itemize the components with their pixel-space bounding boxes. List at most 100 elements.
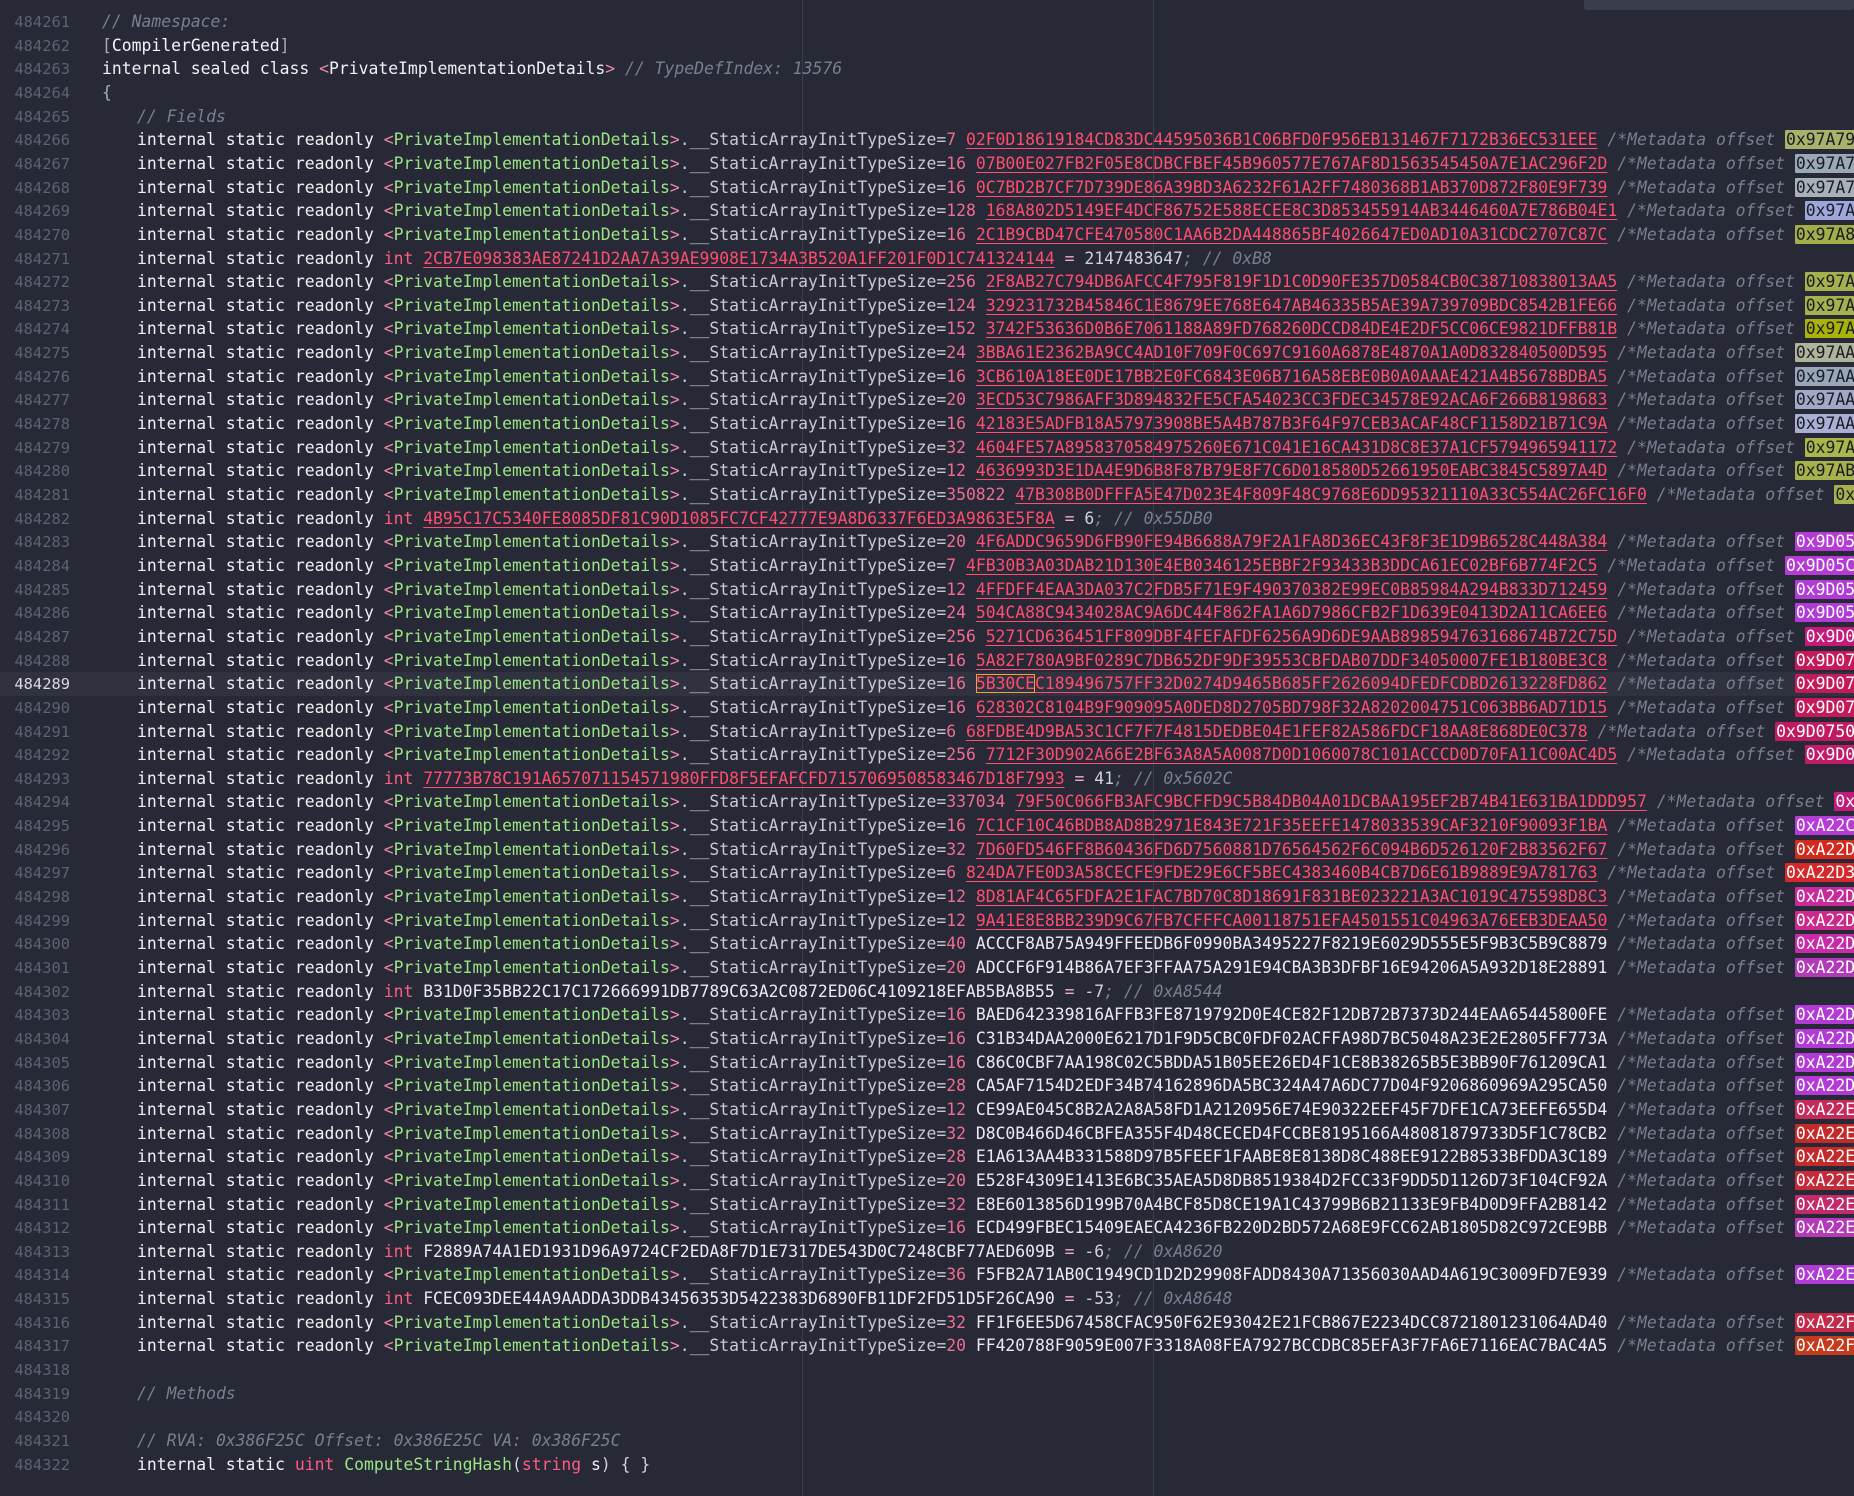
field-name[interactable]: 504CA88C9434028AC9A6DC44F862FA1A6D7986CF… xyxy=(976,603,1608,622)
code-line[interactable]: 484271 internal static readonly int 2CB7E… xyxy=(0,247,1854,271)
field-name[interactable]: 4604FE57A8958370584975260E671C041E16CA43… xyxy=(976,438,1617,457)
code-line[interactable]: 484297 internal static readonly <PrivateI… xyxy=(0,861,1854,885)
field-name[interactable]: ADCCF6F914B86A7EF3FFAA75A291E94CBA3B3DFB… xyxy=(976,958,1608,977)
field-name[interactable]: E1A613AA4B331588D97B5FEEF1FAABE8E8138D8C… xyxy=(976,1147,1608,1166)
code-line[interactable]: 484309 internal static readonly <PrivateI… xyxy=(0,1145,1854,1169)
code-line[interactable]: 484303 internal static readonly <PrivateI… xyxy=(0,1003,1854,1027)
code-line[interactable]: 484293 internal static readonly int 77773… xyxy=(0,767,1854,791)
code-line[interactable]: 484313 internal static readonly int F2889… xyxy=(0,1240,1854,1264)
code-line[interactable]: 484300 internal static readonly <PrivateI… xyxy=(0,932,1854,956)
code-line[interactable]: 484312 internal static readonly <PrivateI… xyxy=(0,1216,1854,1240)
field-name[interactable]: 5271CD636451FF809DBF4FEFAFDF6256A9D6DE9A… xyxy=(986,627,1618,646)
field-name[interactable]: 329231732B45846C1E8679EE768E647AB46335B5… xyxy=(986,296,1618,315)
field-name[interactable]: 628302C8104B9F909095A0DED8D2705BD798F32A… xyxy=(976,698,1608,717)
field-name[interactable]: F2889A74A1ED1931D96A9724CF2EDA8F7D1E7317… xyxy=(423,1242,1055,1261)
code-line[interactable]: 484310 internal static readonly <PrivateI… xyxy=(0,1169,1854,1193)
code-line[interactable]: 484274 internal static readonly <PrivateI… xyxy=(0,317,1854,341)
field-name[interactable]: E528F4309E1413E6BC35AEA5D8DB8519384D2FCC… xyxy=(976,1171,1608,1190)
field-name[interactable]: 7D60FD546FF8B60436FD6D7560881D76564562F6… xyxy=(976,840,1608,859)
code-line[interactable]: 484269 internal static readonly <PrivateI… xyxy=(0,199,1854,223)
field-name[interactable]: BAED642339816AFFB3FE8719792D0E4CE82F12DB… xyxy=(976,1005,1608,1024)
field-name[interactable]: C31B34DAA2000E6217D1F9D5CBC0FDF02ACFFA98… xyxy=(976,1029,1608,1048)
field-name[interactable]: D8C0B466D46CBFEA355F4D48CECED4FCCBE81951… xyxy=(976,1124,1608,1143)
code-line[interactable]: 484305 internal static readonly <PrivateI… xyxy=(0,1051,1854,1075)
code-line[interactable]: 484319 // Methods xyxy=(0,1382,1854,1406)
field-name[interactable]: 824DA7FE0D3A58CECFE9FDE29E6CF5BEC4383460… xyxy=(966,863,1598,882)
field-name[interactable]: 3ECD53C7986AFF3D894832FE5CFA54023CC3FDEC… xyxy=(976,390,1608,409)
code-line[interactable]: 484317 internal static readonly <PrivateI… xyxy=(0,1334,1854,1358)
code-line[interactable]: 484314 internal static readonly <PrivateI… xyxy=(0,1263,1854,1287)
field-name[interactable]: 4FB30B3A03DAB21D130E4EB0346125EBBF2F9343… xyxy=(966,556,1598,575)
code-line[interactable]: 484308 internal static readonly <PrivateI… xyxy=(0,1122,1854,1146)
code-line[interactable]: 484285 internal static readonly <PrivateI… xyxy=(0,578,1854,602)
field-name[interactable]: 4F6ADDC9659D6FB90FE94B6688A79F2A1FA8D36E… xyxy=(976,532,1608,551)
field-name[interactable]: 9A41E8E8BB239D9C67FB7CFFFCA00118751EFA45… xyxy=(976,911,1608,930)
field-name[interactable]: 77773B78C191A657071154571980FFD8F5EFAFCF… xyxy=(423,769,1064,788)
field-name[interactable]: 07B00E027FB2F05E8CDBCFBEF45B960577E767AF… xyxy=(976,154,1608,173)
field-name[interactable]: 4FFDFF4EAA3DA037C2FDB5F71E9F490370382E99… xyxy=(976,580,1608,599)
code-line[interactable]: 484281 internal static readonly <PrivateI… xyxy=(0,483,1854,507)
code-editor[interactable]: 484261 // Namespace: 484262 [CompilerGenera… xyxy=(0,0,1854,1496)
field-name[interactable]: 2C1B9CBD47CFE470580C1AA6B2DA448865BF4026… xyxy=(976,225,1608,244)
code-line[interactable]: 484306 internal static readonly <PrivateI… xyxy=(0,1074,1854,1098)
field-name[interactable]: 4636993D3E1DA4E9D6B8F87B79E8F7C6D018580D… xyxy=(976,461,1608,480)
field-name[interactable]: FCEC093DEE44A9AADDA3DDB43456353D5422383D… xyxy=(423,1289,1055,1308)
field-name[interactable]: 168A802D5149EF4DCF86752E588ECEE8C3D85345… xyxy=(986,201,1618,220)
code-line[interactable]: 484295 internal static readonly <PrivateI… xyxy=(0,814,1854,838)
code-line[interactable]: 484316 internal static readonly <PrivateI… xyxy=(0,1311,1854,1335)
field-name[interactable]: F5FB2A71AB0C1949CD1D2D29908FADD8430A7135… xyxy=(976,1265,1608,1284)
code-line[interactable]: 484290 internal static readonly <PrivateI… xyxy=(0,696,1854,720)
code-line[interactable]: 484318 xyxy=(0,1358,1854,1382)
code-line[interactable]: 484267 internal static readonly <PrivateI… xyxy=(0,152,1854,176)
code-line[interactable]: 484277 internal static readonly <PrivateI… xyxy=(0,388,1854,412)
code-line[interactable]: 484304 internal static readonly <PrivateI… xyxy=(0,1027,1854,1051)
code-line[interactable]: 484283 internal static readonly <PrivateI… xyxy=(0,530,1854,554)
code-line[interactable]: 484282 internal static readonly int 4B95C… xyxy=(0,507,1854,531)
field-name[interactable]: 02F0D18619184CD83DC44595036B1C06BFD0F956… xyxy=(966,130,1598,149)
code-line[interactable]: 484280 internal static readonly <PrivateI… xyxy=(0,459,1854,483)
code-line[interactable]: 484321 // RVA: 0x386F25C Offset: 0x386E25… xyxy=(0,1429,1854,1453)
field-name[interactable]: 42183E5ADFB18A57973908BE5A4B787B3F64F97C… xyxy=(976,414,1608,433)
code-line[interactable]: 484302 internal static readonly int B31D0… xyxy=(0,980,1854,1004)
field-name[interactable]: 7C1CF10C46BDB8AD8B2971E843E721F35EEFE147… xyxy=(976,816,1608,835)
code-line[interactable]: 484298 internal static readonly <PrivateI… xyxy=(0,885,1854,909)
code-line[interactable]: 484286 internal static readonly <PrivateI… xyxy=(0,601,1854,625)
field-name[interactable]: CA5AF7154D2EDF34B74162896DA5BC324A47A6DC… xyxy=(976,1076,1608,1095)
field-name[interactable]: 2CB7E098383AE87241D2AA7A39AE9908E1734A3B… xyxy=(423,249,1055,268)
field-name[interactable]: 5A82F780A9BF0289C7DB652DF9DF39553CBFDAB0… xyxy=(976,651,1608,670)
code-line[interactable]: 484266 internal static readonly <PrivateI… xyxy=(0,128,1854,152)
code-line[interactable]: 484261 // Namespace: xyxy=(0,10,1854,34)
code-line[interactable]: 484292 internal static readonly <PrivateI… xyxy=(0,743,1854,767)
field-name[interactable]: FF1F6EE5D67458CFAC950F62E93042E21FCB867E… xyxy=(976,1313,1608,1332)
field-name[interactable]: ACCCF8AB75A949FFEEDB6F0990BA3495227F8219… xyxy=(976,934,1608,953)
code-line[interactable]: 484288 internal static readonly <PrivateI… xyxy=(0,649,1854,673)
field-name[interactable]: 79F50C066FB3AFC9BCFFD9C5B84DB04A01DCBAA1… xyxy=(1015,792,1647,811)
code-line[interactable]: 484299 internal static readonly <PrivateI… xyxy=(0,909,1854,933)
field-name[interactable]: 3CB610A18EE0DE17BB2E0FC6843E06B716A58EBE… xyxy=(976,367,1608,386)
code-line[interactable]: 484272 internal static readonly <PrivateI… xyxy=(0,270,1854,294)
code-line[interactable]: 484311 internal static readonly <PrivateI… xyxy=(0,1193,1854,1217)
field-name[interactable]: 3742F53636D0B6E7061188A89FD768260DCCD84D… xyxy=(986,319,1618,338)
code-line[interactable]: 484322 internal static uint ComputeString… xyxy=(0,1453,1854,1477)
code-line[interactable]: 484294 internal static readonly <PrivateI… xyxy=(0,790,1854,814)
code-line[interactable]: 484279 internal static readonly <PrivateI… xyxy=(0,436,1854,460)
field-name[interactable]: C189496757FF32D0274D9465B685FF2626094DFE… xyxy=(1035,674,1607,693)
field-name[interactable]: 47B308B0DFFFA5E47D023E4F809F48C9768E6DD9… xyxy=(1015,485,1647,504)
field-name[interactable]: 0C7BD2B7CF7D739DE86A39BD3A6232F61A2FF748… xyxy=(976,178,1608,197)
code-line[interactable]: 484270 internal static readonly <PrivateI… xyxy=(0,223,1854,247)
field-name[interactable]: C86C0CBF7AA198C02C5BDDA51B05EE26ED4F1CE8… xyxy=(976,1053,1608,1072)
code-line[interactable]: 484273 internal static readonly <PrivateI… xyxy=(0,294,1854,318)
code-line[interactable]: 484275 internal static readonly <PrivateI… xyxy=(0,341,1854,365)
field-name[interactable]: ECD499FBEC15409EAECA4236FB220D2BD572A68E… xyxy=(976,1218,1608,1237)
code-line[interactable]: 484296 internal static readonly <PrivateI… xyxy=(0,838,1854,862)
code-line[interactable]: 484307 internal static readonly <PrivateI… xyxy=(0,1098,1854,1122)
code-line[interactable]: 484301 internal static readonly <PrivateI… xyxy=(0,956,1854,980)
field-name[interactable]: 4B95C17C5340FE8085DF81C90D1085FC7CF42777… xyxy=(423,509,1055,528)
field-name[interactable]: 68FDBE4D9BA53C1CF7F7F4815DEDBE04E1FEF82A… xyxy=(966,722,1588,741)
field-name[interactable]: 2F8AB27C794DB6AFCC4F795F819F1D1C0D90FE35… xyxy=(986,272,1618,291)
field-name[interactable]: E8E6013856D199B70A4BCF85D8CE19A1C43799B6… xyxy=(976,1195,1608,1214)
code-line[interactable]: 484284 internal static readonly <PrivateI… xyxy=(0,554,1854,578)
code-line[interactable]: 484289 internal static readonly <PrivateI… xyxy=(0,672,1854,697)
field-name[interactable]: FF420788F9059E007F3318A08FEA7927BCCDBC85… xyxy=(976,1336,1608,1355)
minimap-scroll-indicator[interactable] xyxy=(1584,0,1854,10)
